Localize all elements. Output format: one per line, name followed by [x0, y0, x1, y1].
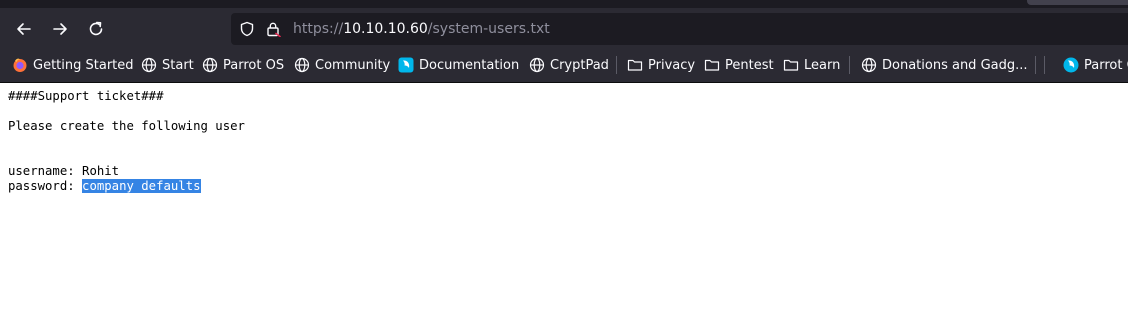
- bookmark-donations[interactable]: Donations and Gadg...: [861, 52, 1028, 78]
- bookmark-folder-privacy[interactable]: Privacy: [627, 52, 695, 78]
- username-value: Rohit: [82, 164, 120, 178]
- password-value-selected[interactable]: company defaults: [82, 179, 201, 193]
- request-text: Please create the following user: [8, 119, 245, 133]
- text-document: ####Support ticket### Please create the f…: [8, 89, 245, 194]
- parrot-icon: [1063, 57, 1079, 73]
- url-path: /system-users.txt: [427, 21, 550, 37]
- bookmark-label: CryptPad: [550, 57, 609, 73]
- bookmark-folder-pentest[interactable]: Pentest: [704, 52, 774, 78]
- forward-button[interactable]: [46, 15, 74, 43]
- bookmark-community[interactable]: Community: [294, 52, 390, 78]
- bookmark-label: Community: [315, 57, 391, 73]
- shield-icon[interactable]: [239, 21, 255, 37]
- folder-icon: [627, 59, 643, 71]
- forward-arrow-icon: [53, 23, 67, 35]
- bookmark-parrot-overflow[interactable]: Parrot O: [1063, 52, 1128, 78]
- bookmark-label: Getting Started: [33, 57, 134, 73]
- lock-icon[interactable]: [265, 21, 281, 37]
- bookmark-label: Donations and Gadg...: [882, 57, 1028, 73]
- tab-edge[interactable]: [1027, 0, 1128, 5]
- bookmark-getting-started[interactable]: Getting Started: [12, 52, 134, 78]
- back-arrow-icon: [17, 23, 31, 35]
- url-text[interactable]: https://10.10.10.60/system-users.txt: [293, 20, 550, 38]
- url-bar[interactable]: https://10.10.10.60/system-users.txt: [231, 13, 1128, 45]
- username-line: username: Rohit: [8, 164, 245, 179]
- bookmark-label: Parrot O: [1084, 57, 1128, 73]
- bookmark-label: Start: [162, 57, 194, 73]
- bookmark-separator: [1044, 56, 1045, 74]
- bookmark-label: Documentation: [419, 57, 520, 73]
- bookmark-parrot-os[interactable]: Parrot OS: [202, 52, 284, 78]
- reload-button[interactable]: [82, 15, 110, 43]
- tab-strip: [0, 0, 1128, 8]
- globe-icon: [861, 57, 877, 73]
- bookmarks-toolbar: Getting Started Start Parrot OS Communit…: [0, 52, 1128, 78]
- reload-icon: [89, 21, 103, 36]
- bookmark-start[interactable]: Start: [141, 52, 194, 78]
- bookmark-label: Learn: [804, 57, 841, 73]
- back-button[interactable]: [10, 15, 38, 43]
- bookmark-documentation[interactable]: Documentation: [398, 52, 519, 78]
- bookmark-separator: [849, 56, 850, 74]
- url-host: 10.10.10.60: [343, 21, 428, 37]
- bookmark-label: Privacy: [648, 57, 696, 73]
- bookmark-folder-learn[interactable]: Learn: [783, 52, 840, 78]
- bookmark-label: Parrot OS: [223, 57, 285, 73]
- password-line: password: company defaults: [8, 179, 245, 194]
- globe-icon: [294, 57, 310, 73]
- firefox-icon: [13, 58, 27, 72]
- globe-icon: [529, 57, 545, 73]
- parrot-icon: [398, 57, 414, 73]
- folder-icon: [704, 59, 720, 71]
- globe-icon: [202, 57, 218, 73]
- bookmark-separator: [1035, 56, 1036, 74]
- username-label: username:: [8, 164, 83, 178]
- url-scheme: https://: [293, 21, 344, 37]
- folder-icon: [783, 59, 799, 71]
- ticket-heading: ####Support ticket###: [8, 89, 164, 103]
- bookmark-cryptpad[interactable]: CryptPad: [529, 52, 609, 78]
- browser-toolbar: https://10.10.10.60/system-users.txt Get…: [0, 0, 1128, 83]
- bookmark-label: Pentest: [725, 57, 774, 73]
- globe-icon: [141, 57, 157, 73]
- password-label: password:: [8, 179, 83, 193]
- bookmark-separator: [616, 56, 617, 74]
